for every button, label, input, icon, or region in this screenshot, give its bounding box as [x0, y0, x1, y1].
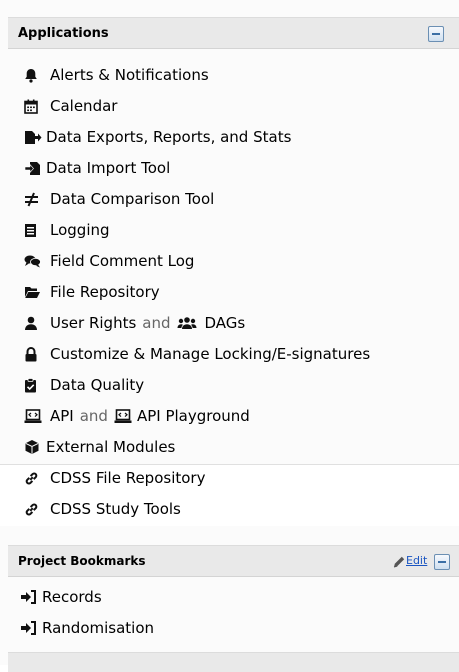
menu-item-data-quality[interactable]: Data Quality: [24, 370, 144, 400]
sign-in-icon: [20, 620, 38, 636]
edit-bookmarks-link[interactable]: Edit: [406, 554, 427, 567]
menu-item-api[interactable]: API and API Playground: [24, 401, 250, 431]
calendar-icon: [24, 97, 44, 115]
pencil-icon[interactable]: [392, 554, 406, 568]
bookmark-randomisation[interactable]: Randomisation: [20, 615, 154, 641]
menu-item-data-import[interactable]: Data Import Tool: [24, 153, 170, 183]
list-icon: [24, 221, 44, 239]
bookmark-records[interactable]: Records: [20, 584, 102, 610]
link-icon: [24, 469, 44, 487]
bell-icon: [24, 66, 44, 84]
left-menu-panel: Applications Alerts & Notifications Cale…: [0, 0, 459, 672]
folder-open-icon: [24, 283, 44, 301]
menu-item-data-comparison[interactable]: Data Comparison Tool: [24, 184, 214, 214]
collapse-applications-button[interactable]: [428, 26, 444, 42]
users-icon: [177, 314, 199, 332]
comments-icon: [24, 252, 44, 270]
clipboard-check-icon: [24, 376, 44, 394]
not-equal-icon: [24, 190, 44, 208]
cube-icon: [24, 438, 44, 456]
menu-item-external-modules[interactable]: External Modules: [24, 432, 175, 462]
next-section-header: [8, 652, 459, 672]
menu-item-cdss-file-repository[interactable]: CDSS File Repository: [24, 463, 205, 493]
menu-item-locking[interactable]: Customize & Manage Locking/E-signatures: [24, 339, 370, 369]
menu-item-field-comment-log[interactable]: Field Comment Log: [24, 246, 194, 276]
collapse-bookmarks-button[interactable]: [434, 554, 450, 570]
menu-item-alerts[interactable]: Alerts & Notifications: [24, 60, 209, 90]
user-icon: [24, 314, 44, 332]
laptop-code-icon: [24, 407, 44, 425]
sign-in-icon: [20, 589, 38, 605]
menu-item-file-repository[interactable]: File Repository: [24, 277, 160, 307]
project-bookmarks-title: Project Bookmarks: [18, 554, 146, 568]
laptop-code-icon: [114, 407, 134, 425]
file-export-icon: [24, 128, 44, 146]
menu-item-calendar[interactable]: Calendar: [24, 91, 117, 121]
link-icon: [24, 500, 44, 518]
applications-header: Applications: [8, 17, 459, 49]
file-import-icon: [24, 159, 44, 177]
project-bookmarks-header: Project Bookmarks Edit: [8, 545, 459, 577]
applications-title: Applications: [18, 26, 109, 41]
menu-item-data-exports[interactable]: Data Exports, Reports, and Stats: [24, 122, 291, 152]
menu-item-logging[interactable]: Logging: [24, 215, 110, 245]
lock-icon: [24, 345, 44, 363]
menu-item-user-rights[interactable]: User Rights and DAGs: [24, 308, 245, 338]
menu-item-cdss-study-tools[interactable]: CDSS Study Tools: [24, 494, 181, 524]
